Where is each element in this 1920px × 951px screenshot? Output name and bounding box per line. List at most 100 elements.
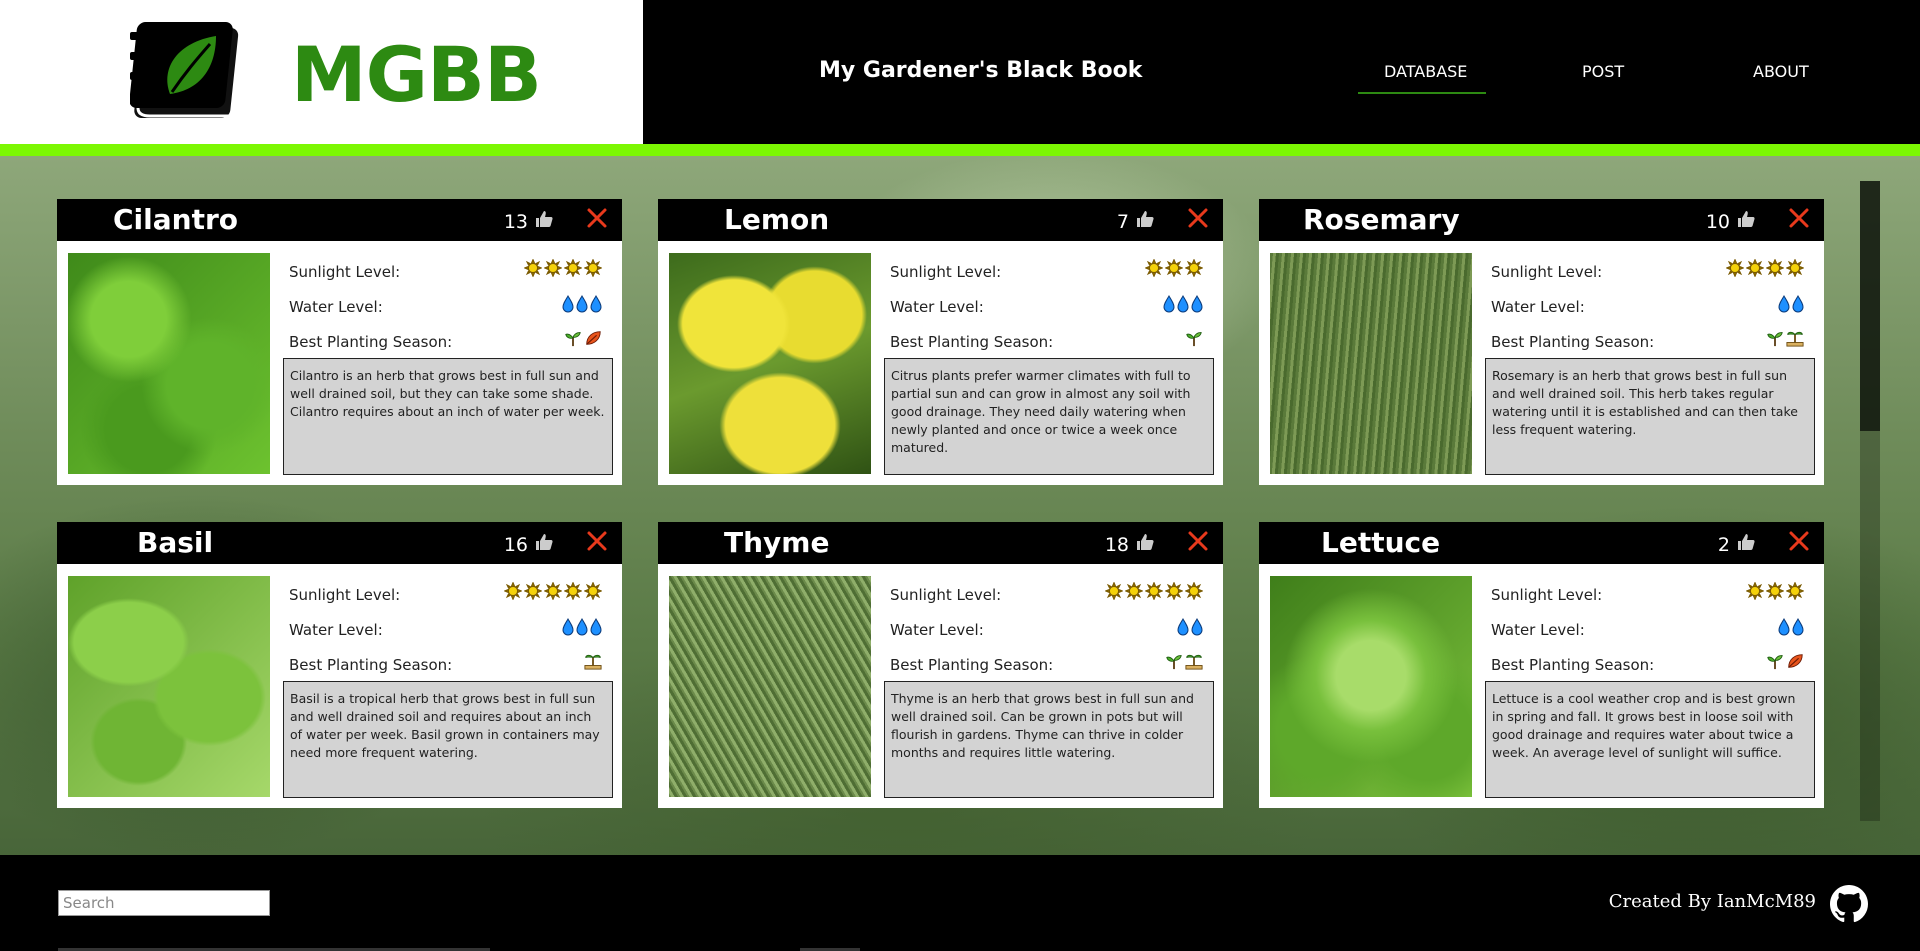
like-button[interactable]: 13 xyxy=(504,209,554,234)
thumbs-up-icon[interactable] xyxy=(1135,209,1155,234)
card-header: Thyme 18 xyxy=(658,522,1223,564)
thumbs-up-icon[interactable] xyxy=(1135,532,1155,557)
footer: Created By IanMcM89 xyxy=(0,855,1920,951)
thumbs-up-icon[interactable] xyxy=(1736,209,1756,234)
sunlight-label: Sunlight Level: xyxy=(890,263,1002,281)
thumbs-up-icon[interactable] xyxy=(534,532,554,557)
delete-close-icon[interactable] xyxy=(1786,528,1812,554)
thumbs-up-icon[interactable] xyxy=(1736,532,1756,557)
sunlight-label: Sunlight Level: xyxy=(1491,263,1603,281)
created-by-text: Created By IanMcM89 xyxy=(1608,891,1816,912)
water-rating xyxy=(1778,618,1804,640)
water-drop-icon xyxy=(1778,295,1790,317)
plant-card[interactable]: Basil 16 Sunlight Level: Water Level: Be… xyxy=(57,522,622,808)
plant-photo xyxy=(669,576,871,797)
search-input[interactable] xyxy=(58,890,270,916)
sun-icon xyxy=(1725,258,1745,281)
like-count: 13 xyxy=(503,210,528,233)
plant-description: Thyme is an herb that grows best in full… xyxy=(884,681,1214,798)
water-label: Water Level: xyxy=(1491,621,1585,639)
sun-icon xyxy=(1164,581,1184,604)
card-header: Basil 16 xyxy=(57,522,622,564)
water-label: Water Level: xyxy=(890,298,984,316)
card-header: Lemon 7 xyxy=(658,199,1223,241)
season-icons xyxy=(1165,652,1203,674)
sunlight-label: Sunlight Level: xyxy=(890,586,1002,604)
plant-photo xyxy=(669,253,871,474)
like-button[interactable]: 10 xyxy=(1706,209,1756,234)
like-button[interactable]: 2 xyxy=(1718,532,1756,557)
delete-close-icon[interactable] xyxy=(1185,205,1211,231)
sunlight-label: Sunlight Level: xyxy=(289,263,401,281)
fall-icon xyxy=(1786,652,1804,674)
github-icon[interactable] xyxy=(1830,885,1868,923)
sun-icon xyxy=(1144,258,1164,281)
water-rating xyxy=(562,618,602,640)
season-icons xyxy=(584,652,602,674)
nav-post[interactable]: POST xyxy=(1582,62,1624,81)
like-button[interactable]: 16 xyxy=(504,532,554,557)
sun-icon xyxy=(543,581,563,604)
card-header: Lettuce 2 xyxy=(1259,522,1824,564)
book-leaf-logo-icon xyxy=(130,22,239,118)
water-drop-icon xyxy=(1778,618,1790,640)
plant-name: Rosemary xyxy=(1303,203,1460,236)
plant-photo xyxy=(68,576,270,797)
logo-text: MGBB xyxy=(291,30,542,119)
plant-description: Cilantro is an herb that grows best in f… xyxy=(283,358,613,475)
sunlight-rating xyxy=(1725,258,1805,281)
season-icons xyxy=(564,329,602,351)
plant-card[interactable]: Rosemary 10 Sunlight Level: Water Level:… xyxy=(1259,199,1824,485)
water-drop-icon xyxy=(576,618,588,640)
water-label: Water Level: xyxy=(289,298,383,316)
spring-icon xyxy=(1766,329,1784,351)
sun-icon xyxy=(1765,581,1785,604)
sun-icon xyxy=(523,258,543,281)
water-label: Water Level: xyxy=(289,621,383,639)
water-drop-icon xyxy=(1177,295,1189,317)
plant-description: Basil is a tropical herb that grows best… xyxy=(283,681,613,798)
season-label: Best Planting Season: xyxy=(1491,656,1655,674)
water-drop-icon xyxy=(1177,618,1189,640)
thumbs-up-icon[interactable] xyxy=(534,209,554,234)
water-label: Water Level: xyxy=(1491,298,1585,316)
nav-database[interactable]: DATABASE xyxy=(1384,62,1467,81)
like-count: 2 xyxy=(1717,533,1730,556)
season-label: Best Planting Season: xyxy=(890,333,1054,351)
sun-icon xyxy=(503,581,523,604)
plant-card[interactable]: Thyme 18 Sunlight Level: Water Level: Be… xyxy=(658,522,1223,808)
like-button[interactable]: 18 xyxy=(1105,532,1155,557)
plant-card[interactable]: Cilantro 13 Sunlight Level: Water Level:… xyxy=(57,199,622,485)
delete-close-icon[interactable] xyxy=(1185,528,1211,554)
sun-icon xyxy=(583,258,603,281)
spring-icon xyxy=(1165,652,1183,674)
delete-close-icon[interactable] xyxy=(584,205,610,231)
sun-icon xyxy=(1144,581,1164,604)
plant-description: Citrus plants prefer warmer climates wit… xyxy=(884,358,1214,475)
delete-close-icon[interactable] xyxy=(1786,205,1812,231)
plant-name: Basil xyxy=(137,526,214,559)
delete-close-icon[interactable] xyxy=(584,528,610,554)
fall-icon xyxy=(584,329,602,351)
plant-description: Rosemary is an herb that grows best in f… xyxy=(1485,358,1815,475)
sun-icon xyxy=(543,258,563,281)
sun-icon xyxy=(1765,258,1785,281)
logo-area: MGBB xyxy=(0,0,643,144)
scrollbar-thumb[interactable] xyxy=(1860,181,1880,431)
scrollbar[interactable] xyxy=(1860,181,1880,821)
sun-icon xyxy=(1184,258,1204,281)
sunlight-label: Sunlight Level: xyxy=(1491,586,1603,604)
plant-photo xyxy=(1270,576,1472,797)
like-count: 18 xyxy=(1104,533,1129,556)
plant-card[interactable]: Lettuce 2 Sunlight Level: Water Level: B… xyxy=(1259,522,1824,808)
like-button[interactable]: 7 xyxy=(1117,209,1155,234)
plant-name: Thyme xyxy=(724,526,830,559)
plant-card[interactable]: Lemon 7 Sunlight Level: Water Level: Bes… xyxy=(658,199,1223,485)
plant-name: Lettuce xyxy=(1321,526,1441,559)
water-drop-icon xyxy=(562,295,574,317)
like-count: 16 xyxy=(503,533,528,556)
sunlight-rating xyxy=(523,258,603,281)
plant-name: Lemon xyxy=(724,203,830,236)
plant-database[interactable]: Cilantro 13 Sunlight Level: Water Level:… xyxy=(0,156,1920,855)
nav-about[interactable]: ABOUT xyxy=(1753,62,1809,81)
